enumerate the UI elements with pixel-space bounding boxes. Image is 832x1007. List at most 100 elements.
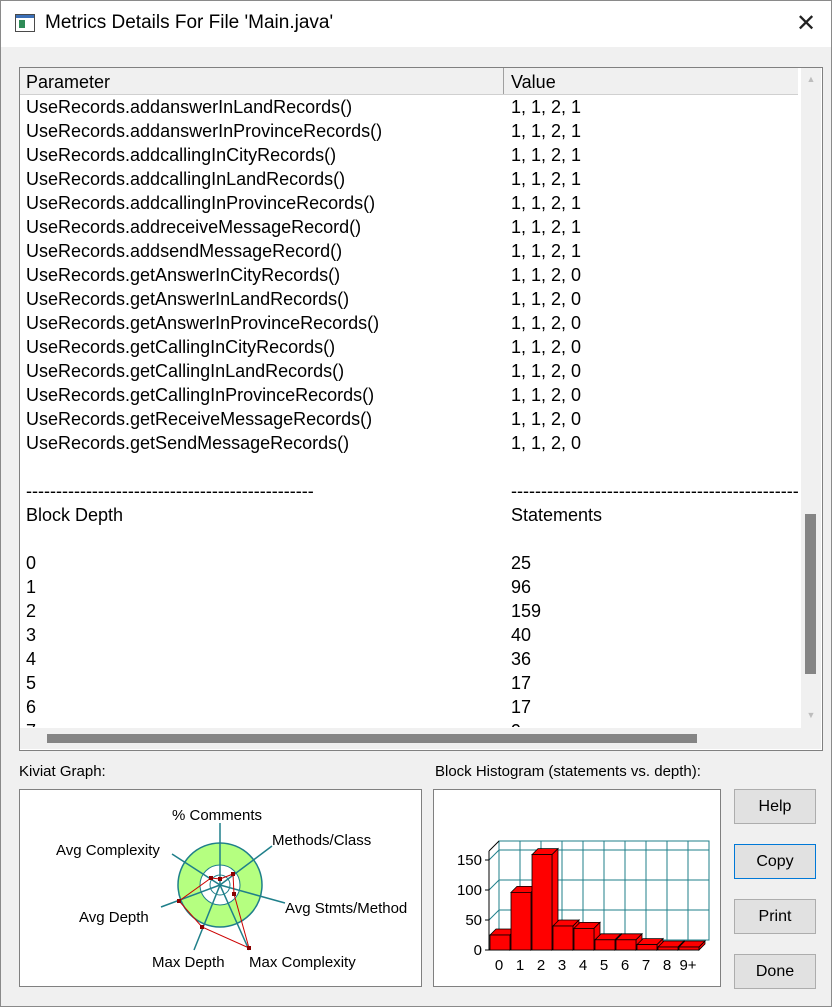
histogram-gridline-diag [488,909,500,921]
histogram-svg: 0501001500 1 2 3 4 5 6 7 8 9+ [457,840,710,974]
row-value: 36 [511,649,532,669]
histogram-x-tick-label: 1 [516,957,524,974]
list-row[interactable]: Block Depth Statements [20,503,798,527]
list-row[interactable]: UseRecords.addsendMessageRecord() 1, 1, 2… [20,239,798,263]
row-parameter: UseRecords.addcallingInCityRecords() [26,145,337,165]
row-parameter: UseRecords.getSendMessageRecords() [26,433,350,453]
kiviat-point [209,876,213,880]
row-parameter: ----------------------------------------… [26,481,314,501]
list-row[interactable]: UseRecords.getAnswerInProvinceRecords() 1… [20,311,798,335]
scroll-down-arrow-icon[interactable]: ▼ [801,706,821,724]
list-row[interactable] [20,527,798,551]
row-parameter: 5 [26,673,37,693]
list-row[interactable]: 5 17 [20,671,798,695]
list-row[interactable]: 1 96 [20,575,798,599]
kiviat-label-avg-stmts-method: Avg Stmts/Method [285,900,407,917]
kiviat-graph-label: Kiviat Graph: [19,763,106,780]
column-header-parameter[interactable]: Parameter [20,68,504,94]
scroll-up-arrow-icon[interactable]: ▲ [801,70,821,88]
list-row[interactable]: UseRecords.getAnswerInCityRecords() 1, 1,… [20,263,798,287]
histogram-y-tick-label: 0 [474,942,482,959]
horizontal-scrollbar[interactable] [20,728,821,749]
kiviat-point [232,892,236,896]
kiviat-point [177,899,181,903]
histogram-axis-edge [488,840,500,852]
histogram-x-tick-label: 2 [537,957,545,974]
list-row[interactable]: 3 40 [20,623,798,647]
list-rows: UseRecords.addanswerInLandRecords() 1, 1,… [20,95,798,727]
print-button[interactable]: Print [734,899,816,934]
horizontal-scroll-thumb[interactable] [47,734,697,743]
list-row[interactable]: UseRecords.getCallingInCityRecords() 1, 1… [20,335,798,359]
row-value: 17 [511,673,532,693]
list-row[interactable]: UseRecords.getSendMessageRecords() 1, 1, … [20,431,798,455]
list-row[interactable]: UseRecords.getReceiveMessageRecords() 1, … [20,407,798,431]
row-value: 96 [511,577,532,597]
row-value: 9 [511,719,521,727]
row-value: Statements [511,505,603,525]
row-value: 1, 1, 2, 1 [511,169,582,189]
vertical-scroll-thumb[interactable] [805,514,816,674]
block-histogram: 0 50 100 150 0 1 2 3 4 5 6 7 8 9+ [433,789,721,987]
list-row[interactable]: UseRecords.addcallingInCityRecords() 1, 1… [20,143,798,167]
row-value: 1, 1, 2, 0 [511,409,582,429]
list-row[interactable] [20,455,798,479]
histogram-bar [678,946,700,951]
column-header-value[interactable]: Value [505,68,798,94]
histogram-x-tick-label: 3 [558,957,566,974]
list-row[interactable]: 0 25 [20,551,798,575]
list-row[interactable]: UseRecords.addanswerInLandRecords() 1, 1,… [20,95,798,119]
row-value: 1, 1, 2, 0 [511,433,582,453]
vertical-scrollbar[interactable]: ▲ ▼ [801,68,821,728]
list-header: Parameter Value [20,68,798,95]
histogram-gridline-diag [488,849,500,861]
kiviat-svg: % Comments Methods/Class Avg Stmts/Metho… [56,807,407,971]
list-row[interactable]: UseRecords.getCallingInLandRecords() 1, 1… [20,359,798,383]
metrics-list[interactable]: Parameter Value UseRecords.addanswerInLa… [19,67,823,751]
row-parameter: UseRecords.addcallingInLandRecords() [26,169,346,189]
row-value: 1, 1, 2, 0 [511,361,582,381]
done-button[interactable]: Done [734,954,816,989]
row-parameter: UseRecords.addsendMessageRecord() [26,241,343,261]
row-parameter: 7 [26,719,36,727]
row-value: 1, 1, 2, 1 [511,145,582,165]
block-histogram-label: Block Histogram (statements vs. depth): [435,763,701,780]
histogram-bar [510,892,532,951]
row-value: 1, 1, 2, 0 [511,337,582,357]
histogram-bar [531,854,553,951]
row-parameter: UseRecords.addanswerInProvinceRecords() [26,121,383,141]
list-row[interactable]: 6 17 [20,695,798,719]
histogram-bar [594,939,616,951]
list-row[interactable]: ----------------------------------------… [20,479,798,503]
list-row[interactable]: UseRecords.getAnswerInLandRecords() 1, 1,… [20,287,798,311]
row-value: 159 [511,601,542,621]
list-row[interactable]: 4 36 [20,647,798,671]
row-parameter: 2 [26,601,37,621]
row-parameter: UseRecords.getCallingInLandRecords() [26,361,345,381]
row-parameter: 4 [26,649,37,669]
histogram-bar [636,944,658,951]
kiviat-point [218,877,222,881]
list-row[interactable]: UseRecords.addcallingInLandRecords() 1, 1… [20,167,798,191]
kiviat-graph: % Comments Methods/Class Avg Stmts/Metho… [19,789,422,987]
list-row[interactable]: UseRecords.addcallingInProvinceRecords()… [20,191,798,215]
list-row[interactable]: UseRecords.addreceiveMessageRecord() 1, 1… [20,215,798,239]
close-button[interactable]: ✕ [789,7,823,41]
title-bar: Metrics Details For File 'Main.java' ✕ [1,1,831,47]
kiviat-label-avg-depth: Avg Depth [79,909,149,926]
row-parameter: UseRecords.getAnswerInCityRecords() [26,265,341,285]
list-row[interactable]: 2 159 [20,599,798,623]
kiviat-point [231,872,235,876]
histogram-y-tick-label: 50 [465,912,482,929]
histogram-bar [573,927,595,951]
histogram-x-tick-label: 8 [663,957,671,974]
list-row[interactable]: UseRecords.getCallingInProvinceRecords()… [20,383,798,407]
row-parameter: UseRecords.addreceiveMessageRecord() [26,217,362,237]
list-row[interactable]: 79 [20,719,798,727]
help-button[interactable]: Help [734,789,816,824]
row-parameter: UseRecords.addcallingInProvinceRecords() [26,193,376,213]
list-row[interactable]: UseRecords.addanswerInProvinceRecords() 1… [20,119,798,143]
kiviat-label-comments: % Comments [172,807,262,824]
kiviat-label-max-depth: Max Depth [152,954,225,971]
copy-button[interactable]: Copy [734,844,816,879]
